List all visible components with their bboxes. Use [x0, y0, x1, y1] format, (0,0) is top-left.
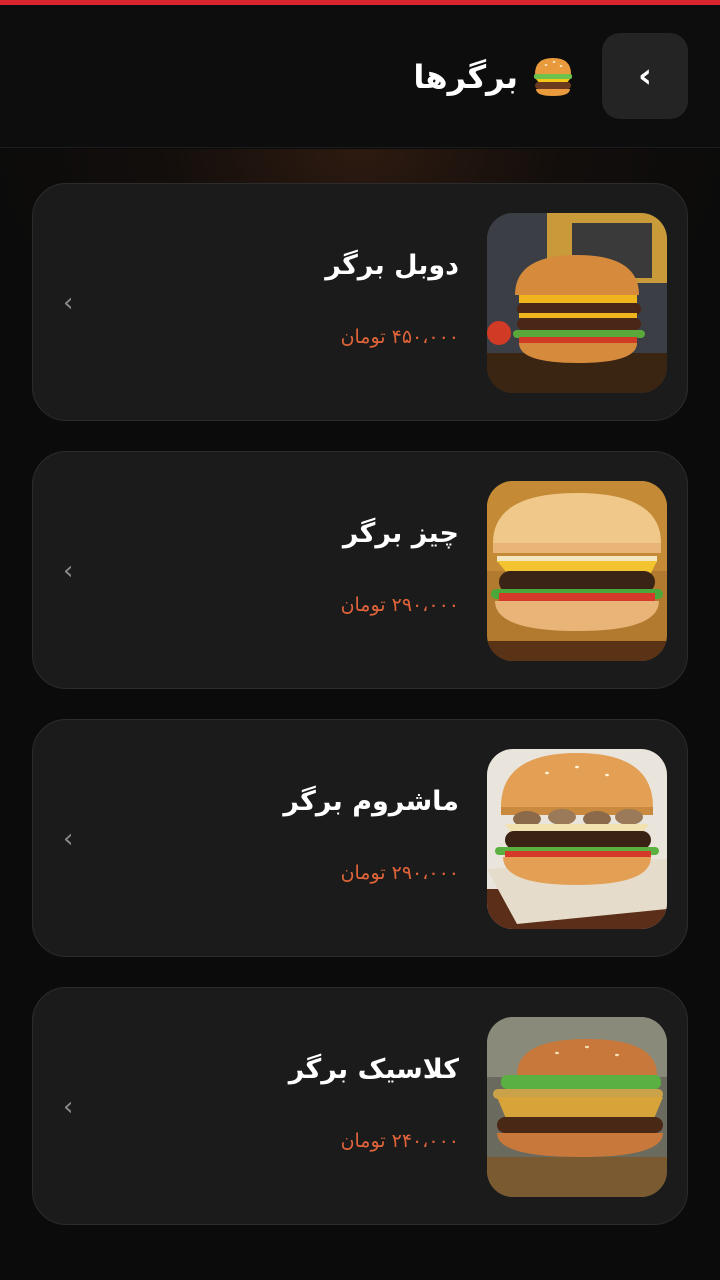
list-item[interactable]: ماشروم برگر ۲۹۰،۰۰۰ تومان ‹: [32, 719, 688, 957]
item-name: ماشروم برگر: [283, 786, 459, 817]
item-price: ۲۹۰،۰۰۰ تومان: [340, 862, 459, 884]
item-image: [487, 749, 667, 929]
chevron-left-icon: ‹: [637, 56, 652, 96]
item-image: [487, 213, 667, 393]
back-button[interactable]: ‹: [602, 33, 688, 119]
list-item[interactable]: چیز برگر ۲۹۰،۰۰۰ تومان ‹: [32, 451, 688, 689]
item-image: [487, 481, 667, 661]
chevron-left-icon: ‹: [63, 288, 74, 318]
page-title-text: برگرها: [413, 58, 518, 96]
item-name: کلاسیک برگر: [288, 1054, 459, 1085]
list-item[interactable]: کلاسیک برگر ۲۴۰،۰۰۰ تومان ‹: [32, 987, 688, 1225]
item-price: ۴۵۰،۰۰۰ تومان: [340, 326, 459, 348]
header-bar: ‹ برگرها: [0, 5, 720, 148]
item-price: ۲۹۰،۰۰۰ تومان: [340, 594, 459, 616]
item-image: [487, 1017, 667, 1197]
list-item[interactable]: دوبل برگر ۴۵۰،۰۰۰ تومان ‹: [32, 183, 688, 421]
page-title: برگرها: [413, 49, 576, 105]
chevron-left-icon: ‹: [63, 1092, 74, 1122]
chevron-left-icon: ‹: [63, 556, 74, 586]
item-name: چیز برگر: [342, 518, 459, 549]
item-price: ۲۴۰،۰۰۰ تومان: [340, 1130, 459, 1152]
chevron-left-icon: ‹: [63, 824, 74, 854]
item-name: دوبل برگر: [325, 250, 459, 281]
burger-icon: [530, 54, 576, 100]
